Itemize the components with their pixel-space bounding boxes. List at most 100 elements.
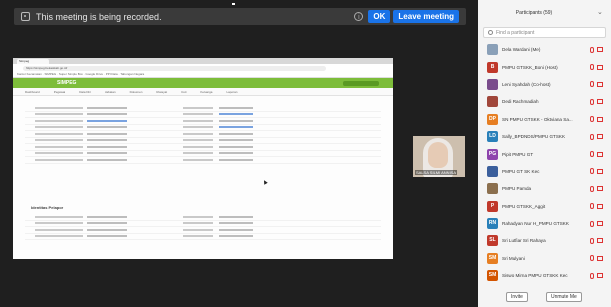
participant-row[interactable]: PG Pipit PMPU GT <box>483 145 609 162</box>
participant-status <box>590 237 603 244</box>
participant-row[interactable]: SM Sri Mulyani <box>483 250 609 267</box>
participant-status <box>590 116 603 123</box>
browser-tab: Simpeg <box>17 59 49 64</box>
camera-off-icon <box>597 221 603 227</box>
participant-name: Pipit PMPU GT <box>502 151 534 157</box>
participant-row[interactable]: PMPU GT SK Kec <box>483 163 609 180</box>
participant-row[interactable]: DP SN PMPU GTSKK - Oktviana Sa... <box>483 111 609 128</box>
participant-row[interactable]: Dedi Rachmadiah <box>483 93 609 110</box>
microphone-muted-icon <box>590 255 594 262</box>
participant-row[interactable]: RN Rahadyan Nur H_PMPU GTSKK <box>483 215 609 232</box>
participant-row[interactable]: PMPU Pamda <box>483 180 609 197</box>
participant-name: Dedi Rachmadiah <box>502 99 539 105</box>
participant-row[interactable]: Leni Syahdah (Co-host) <box>483 76 609 93</box>
microphone-muted-icon <box>590 272 594 279</box>
recording-banner: This meeting is being recorded. i OK Lea… <box>14 8 466 25</box>
avatar: LD <box>487 131 498 143</box>
participant-row[interactable]: SM Siswo Mirna PMPU GTSKK Kec <box>483 267 609 284</box>
participant-name: PMPU Pamda <box>502 186 532 192</box>
record-icon <box>21 12 30 21</box>
microphone-muted-icon <box>590 168 594 175</box>
microphone-muted-icon <box>590 220 594 227</box>
participant-status <box>590 168 603 175</box>
camera-off-icon <box>597 81 603 87</box>
shared-screen: Simpeg https://simpeg.bekasikab.go.id/ K… <box>13 58 393 259</box>
participant-status <box>590 203 603 210</box>
participant-search-input[interactable]: Find a participant <box>483 27 606 38</box>
app-nav: Dashboard Pegawai Data Diri Jabatan Doku… <box>13 88 393 96</box>
camera-off-icon <box>597 255 603 261</box>
microphone-muted-icon <box>590 237 594 244</box>
participant-name: Sri Lutfiar Sri Rahaya <box>502 238 546 244</box>
microphone-muted-icon <box>590 151 594 158</box>
participant-status <box>590 64 603 71</box>
info-icon[interactable]: i <box>354 12 364 21</box>
participant-row[interactable]: SL Sri Lutfiar Sri Rahaya <box>483 232 609 249</box>
search-icon <box>488 30 493 35</box>
participant-name: Dela Wardani (Me) <box>502 47 541 53</box>
collapse-icon[interactable]: ⌄ <box>597 8 603 16</box>
camera-off-icon <box>597 151 603 157</box>
participant-name: Siswo Mirna PMPU GTSKK Kec <box>502 273 568 279</box>
nav-item: Pegawai <box>53 89 66 94</box>
avatar: PG <box>487 148 498 160</box>
nav-item: Cuti <box>181 89 187 94</box>
participant-name: Sri Mulyani <box>502 255 525 261</box>
microphone-muted-icon <box>590 81 594 88</box>
participant-status <box>590 185 603 192</box>
avatar: SM <box>487 270 498 282</box>
camera-off-icon <box>597 186 603 192</box>
participant-status <box>590 46 603 53</box>
participant-name: Rahadyan Nur H_PMPU GTSKK <box>502 221 569 227</box>
participant-status <box>590 133 603 140</box>
participant-row[interactable]: P PMPU GTSKK_Aggit <box>483 198 609 215</box>
microphone-muted-icon <box>590 116 594 123</box>
microphone-muted-icon <box>590 185 594 192</box>
camera-off-icon <box>597 116 603 122</box>
profile-form <box>25 105 381 164</box>
microphone-muted-icon <box>590 98 594 105</box>
participant-row[interactable]: B PMPU GTSKK_Boni (Host) <box>483 58 609 75</box>
reporter-form <box>25 214 381 240</box>
participant-face <box>428 142 448 168</box>
participant-name: Sally_BPDNDS/PMPU GTSKK <box>502 134 566 140</box>
leave-meeting-button[interactable]: Leave meeting <box>393 10 459 23</box>
participant-row[interactable]: Dela Wardani (Me) <box>483 41 609 58</box>
avatar: DP <box>487 113 498 125</box>
participant-status <box>590 255 603 262</box>
avatar: B <box>487 61 498 73</box>
camera-off-icon <box>597 238 603 244</box>
nav-item: Laporan <box>226 89 238 94</box>
meeting-stage: This meeting is being recorded. i OK Lea… <box>0 0 478 307</box>
avatar: RN <box>487 218 498 230</box>
camera-off-icon <box>597 99 603 105</box>
participant-list: Dela Wardani (Me) B PMPU GTSKK_Boni (Host)… <box>483 41 609 284</box>
microphone-muted-icon <box>590 203 594 210</box>
url-field: https://simpeg.bekasikab.go.id/ <box>23 65 326 71</box>
video-thumbnail[interactable]: SALSA SILMI ANNISA <box>413 136 465 177</box>
nav-item: Keluarga <box>200 89 213 94</box>
form-row <box>25 234 381 240</box>
invite-button[interactable]: Invite <box>506 292 528 302</box>
avatar <box>487 78 498 90</box>
nav-item: Jabatan <box>104 89 116 94</box>
participant-status <box>590 98 603 105</box>
search-placeholder: Find a participant <box>496 29 535 36</box>
avatar <box>487 165 498 177</box>
avatar: SM <box>487 252 498 264</box>
video-name-label: SALSA SILMI ANNISA <box>415 170 458 175</box>
avatar: P <box>487 200 498 212</box>
camera-off-icon <box>597 47 603 53</box>
avatar: SL <box>487 235 498 247</box>
app-header: SIMPEG <box>13 78 393 88</box>
microphone-muted-icon <box>590 133 594 140</box>
participant-status <box>590 151 603 158</box>
microphone-muted-icon <box>590 46 594 53</box>
camera-off-icon <box>597 203 603 209</box>
participant-row[interactable]: LD Sally_BPDNDS/PMPU GTSKK <box>483 128 609 145</box>
mouse-cursor-icon <box>262 179 268 185</box>
nav-item: Data Diri <box>79 89 91 94</box>
stage-mark <box>232 3 235 5</box>
unmute-me-button[interactable]: Unmute Me <box>545 292 582 302</box>
ok-button[interactable]: OK <box>368 10 391 23</box>
